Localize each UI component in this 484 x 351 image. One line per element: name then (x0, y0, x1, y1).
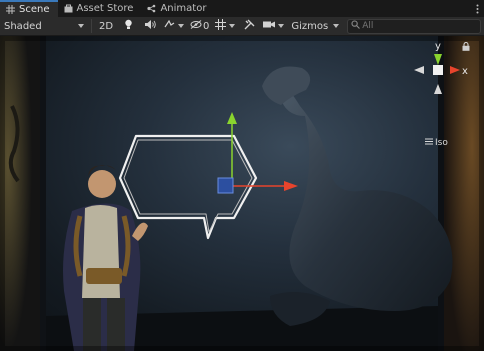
gizmo-y-cone[interactable] (434, 54, 442, 65)
tab-asset-store[interactable]: Asset Store (58, 0, 142, 17)
x-arrow-icon[interactable] (284, 181, 298, 191)
grid-icon (6, 5, 15, 14)
tools-icon (244, 19, 255, 33)
animator-icon (147, 4, 156, 13)
move-tool-gizmo[interactable] (200, 110, 310, 230)
y-arrow-icon[interactable] (227, 112, 237, 124)
projection-toggle[interactable]: Iso (425, 138, 448, 148)
camera-icon (263, 20, 276, 32)
scene-viewport[interactable]: y x Iso (0, 36, 484, 351)
gizmo-center-cube[interactable] (433, 65, 443, 75)
hidden-objects-toggle[interactable]: 0 (187, 18, 212, 34)
speaker-icon (144, 20, 156, 32)
scene-toolbar: Shaded 2D 0 Gizmos All (0, 17, 484, 36)
toggle-2d-label: 2D (98, 20, 114, 32)
tools-button[interactable] (238, 18, 260, 34)
gizmo-neg-y-cone[interactable] (434, 84, 442, 94)
tab-animator[interactable]: Animator (141, 0, 214, 17)
effects-dropdown[interactable] (161, 18, 187, 34)
orientation-gizmo[interactable]: y x (412, 40, 472, 130)
chevron-down-icon (229, 24, 236, 28)
asset-store-icon (64, 4, 73, 13)
tab-scene[interactable]: Scene (0, 0, 58, 17)
gizmo-x-label: x (462, 66, 468, 77)
chevron-down-icon (78, 24, 84, 28)
projection-label: Iso (435, 138, 448, 148)
left-pillar (0, 36, 40, 351)
chevron-down-icon (278, 24, 285, 28)
effects-icon (164, 19, 175, 32)
shading-mode-dropdown[interactable]: Shaded (0, 18, 88, 34)
audio-toggle-button[interactable] (139, 18, 161, 34)
grid-snap-icon (215, 19, 227, 33)
camera-dropdown[interactable] (260, 18, 287, 34)
search-input[interactable] (362, 21, 463, 31)
tab-asset-store-label: Asset Store (76, 3, 134, 14)
pillar-shadow (40, 36, 46, 351)
gizmos-dropdown[interactable]: Gizmos (287, 18, 343, 34)
tab-animator-label: Animator (160, 3, 207, 14)
hidden-count: 0 (203, 20, 210, 32)
toggle-2d-button[interactable]: 2D (95, 18, 117, 34)
eye-slash-icon (190, 20, 202, 32)
gizmo-y-label: y (435, 41, 441, 52)
search-icon (351, 20, 361, 32)
lightbulb-icon (124, 19, 133, 33)
scene-search-field[interactable] (347, 18, 482, 34)
menu-lines-icon (425, 138, 433, 148)
gizmos-label: Gizmos (291, 20, 329, 32)
shading-mode-label: Shaded (4, 20, 42, 32)
tab-scene-label: Scene (19, 4, 50, 15)
toolbar-divider (91, 19, 92, 33)
xy-plane-handle[interactable] (217, 177, 234, 194)
chevron-down-icon (178, 24, 184, 28)
window-tab-bar: Scene Asset Store Animator (0, 0, 484, 17)
tab-overflow-menu-icon[interactable] (470, 0, 484, 17)
chevron-down-icon (333, 24, 340, 28)
grid-snapping-dropdown[interactable] (212, 18, 238, 34)
gizmo-neg-x-cone[interactable] (414, 66, 424, 74)
gizmo-x-cone[interactable] (450, 66, 460, 74)
lighting-toggle-button[interactable] (117, 18, 139, 34)
creature-head (262, 66, 311, 105)
